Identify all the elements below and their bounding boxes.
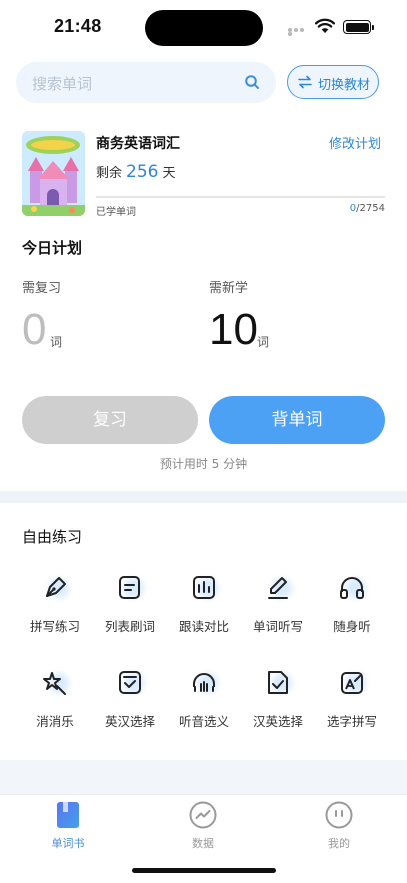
new-unit: 词 — [257, 335, 270, 349]
listen-icon — [184, 663, 224, 703]
practice-item-en-cn[interactable]: 英汉选择 — [97, 663, 163, 730]
practice-label: 单词听写 — [252, 619, 303, 634]
tab-label: 单词书 — [51, 837, 85, 850]
home-indicator — [132, 868, 276, 873]
swap-icon — [298, 75, 312, 89]
battery-icon — [343, 20, 374, 34]
switch-book-button[interactable]: 切换教材 — [287, 65, 379, 99]
remaining-days: 剩余 256 天 — [96, 162, 175, 182]
headphones-icon — [332, 568, 372, 608]
learn-words-button[interactable]: 背单词 — [209, 396, 385, 444]
today-plan-title: 今日计划 — [22, 239, 83, 257]
book-icon — [57, 802, 79, 828]
image-edit-icon — [332, 663, 372, 703]
profile-icon — [325, 801, 353, 829]
dynamic-island — [145, 10, 263, 46]
practice-item-shadowing[interactable]: 跟读对比 — [171, 568, 237, 635]
tab-word-book[interactable]: 单词书 — [28, 801, 108, 851]
doc-check-icon — [258, 663, 298, 703]
audio-bars-icon — [184, 568, 224, 608]
tab-label: 我的 — [328, 837, 350, 850]
magic-wand-icon — [35, 663, 75, 703]
pen-nib-icon — [35, 568, 75, 608]
practice-item-list[interactable]: 列表刷词 — [97, 568, 163, 635]
practice-label: 英汉选择 — [104, 714, 155, 729]
status-bar: 21:48 — [0, 0, 407, 56]
search-icon — [245, 75, 259, 89]
practice-item-cn-en[interactable]: 汉英选择 — [245, 663, 311, 730]
list-card-icon — [110, 568, 150, 608]
search-input[interactable]: 搜索单词 — [16, 62, 276, 103]
pencil-icon — [258, 568, 298, 608]
book-title: 商务英语词汇 — [96, 136, 180, 152]
castle-illustration — [22, 131, 85, 216]
practice-item-listen-choose[interactable]: 听音选义 — [171, 663, 237, 730]
practice-item-select-spell[interactable]: 选字拼写 — [319, 663, 385, 730]
practice-label: 消消乐 — [36, 714, 74, 729]
practice-label: 听音选义 — [178, 714, 229, 729]
practice-label: 拼写练习 — [29, 619, 80, 634]
practice-item-match[interactable]: 消消乐 — [22, 663, 88, 730]
content-footer-band — [0, 760, 407, 794]
practice-item-dictation[interactable]: 单词听写 — [245, 568, 311, 635]
tab-data[interactable]: 数据 — [163, 801, 243, 851]
practice-label: 随身听 — [333, 619, 371, 634]
status-time: 21:48 — [54, 16, 102, 36]
practice-label: 选字拼写 — [326, 714, 377, 729]
remain-suffix: 天 — [162, 166, 176, 181]
practice-item-spelling[interactable]: 拼写练习 — [22, 568, 88, 635]
signal-dots-icon — [288, 28, 310, 36]
chart-icon — [189, 801, 217, 829]
tab-profile[interactable]: 我的 — [299, 801, 379, 851]
learned-count: 0/2754 — [350, 203, 385, 214]
learning-progress-bar — [96, 196, 385, 198]
new-count: 10 — [209, 305, 258, 354]
switch-book-label: 切换教材 — [318, 78, 371, 93]
practice-label: 汉英选择 — [252, 714, 303, 729]
review-count: 0 — [22, 305, 47, 354]
remain-prefix: 剩余 — [96, 166, 123, 181]
wifi-icon — [315, 18, 335, 33]
practice-item-listen[interactable]: 随身听 — [319, 568, 385, 635]
tab-label: 数据 — [192, 837, 214, 850]
book-cover-image[interactable] — [22, 131, 85, 216]
free-practice-title: 自由练习 — [22, 528, 83, 546]
review-label: 需复习 — [22, 281, 62, 296]
practice-label: 列表刷词 — [104, 619, 155, 634]
new-label: 需新学 — [209, 281, 249, 296]
check-box-icon — [110, 663, 150, 703]
learned-label: 已学单词 — [96, 207, 136, 218]
total-value: /2754 — [356, 203, 385, 214]
edit-plan-link[interactable]: 修改计划 — [329, 133, 381, 152]
search-placeholder: 搜索单词 — [32, 75, 93, 93]
review-unit: 词 — [50, 335, 63, 349]
review-button[interactable]: 复习 — [22, 396, 198, 444]
remain-days-value: 256 — [126, 162, 159, 182]
practice-label: 跟读对比 — [178, 619, 229, 634]
section-divider — [0, 491, 407, 503]
estimated-time: 预计用时 5 分钟 — [159, 457, 248, 471]
